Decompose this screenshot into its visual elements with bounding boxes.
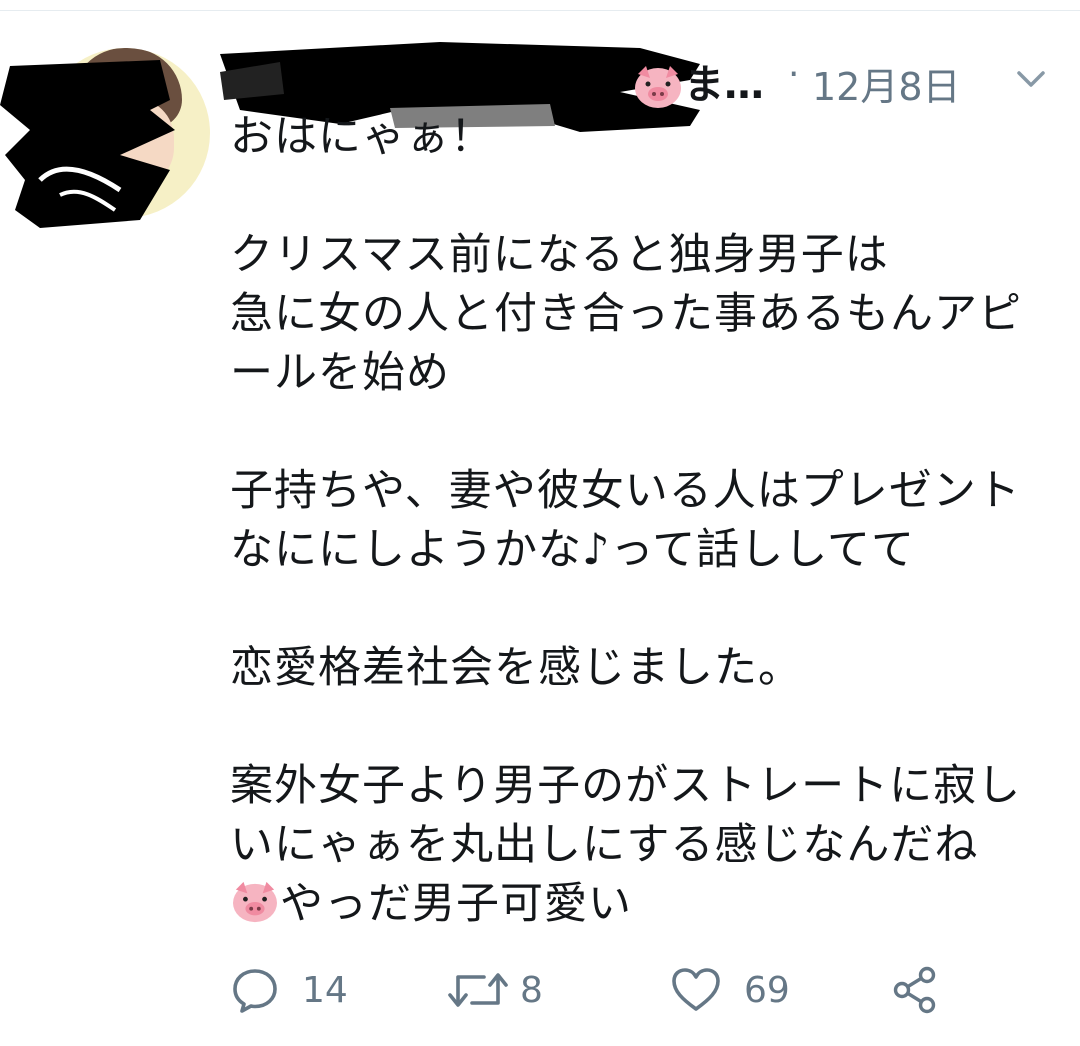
like-count: 69: [744, 969, 790, 1011]
reply-button[interactable]: 14: [230, 962, 348, 1018]
share-button[interactable]: [890, 962, 940, 1018]
retweet-count: 8: [520, 969, 543, 1011]
share-icon: [893, 966, 936, 1014]
reply-count: 14: [302, 969, 348, 1011]
tweet-body: おはにゃぁ！ クリスマス前になると独身男子は 急に女の人と付き合った事あるもんア…: [230, 108, 1060, 934]
tweet-body-text: おはにゃぁ！ クリスマス前になると独身男子は 急に女の人と付き合った事あるもんア…: [230, 112, 1022, 870]
avatar-redaction: [0, 60, 175, 228]
action-bar: 14 8 69: [230, 962, 1050, 1022]
pig-emoji-icon: [635, 66, 681, 108]
header-separator: ·: [788, 54, 800, 95]
retweet-button[interactable]: 8: [448, 962, 543, 1018]
tweet[interactable]: ​ ま… · 12月8日 おはにゃぁ！ クリスマス前になると独身男子は 急に女: [0, 0, 1080, 1046]
tweet-timestamp[interactable]: 12月8日: [812, 56, 961, 111]
tweet-body-last-line: やっだ男子可愛い: [280, 879, 632, 929]
heart-icon: [672, 968, 720, 1011]
reply-icon: [233, 969, 277, 1013]
author-name-visible-end: ま…: [684, 62, 764, 108]
tweet-header: ​ ま… · 12月8日: [220, 42, 1050, 132]
retweet-icon: [448, 973, 508, 1007]
author-name-suffix[interactable]: ま…: [632, 52, 764, 110]
like-button[interactable]: 69: [670, 962, 790, 1018]
chevron-down-icon[interactable]: [1014, 62, 1048, 96]
pig-emoji-icon: [233, 881, 277, 923]
